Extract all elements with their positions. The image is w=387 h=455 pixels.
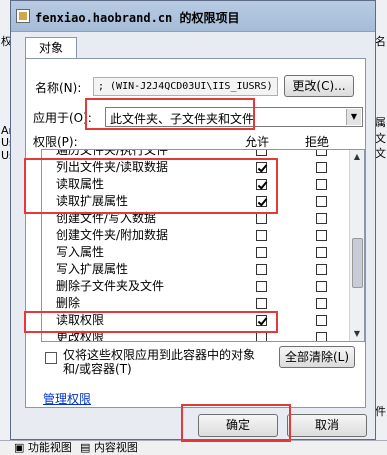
deny-checkbox[interactable]	[316, 150, 327, 156]
allow-header: 允许	[245, 135, 270, 149]
permissions-header: 权限(P):	[33, 135, 78, 149]
tab-object[interactable]: 对象	[25, 37, 77, 59]
principal-name-field: ; (WIN-J2J4QCD03UI\IIS_IUSRS)	[93, 77, 278, 96]
bg-label: 名	[375, 35, 386, 48]
highlight-read-permission	[24, 311, 278, 333]
permission-label: 写入属性	[56, 245, 105, 259]
permission-label: 删除	[56, 296, 81, 310]
deny-checkbox[interactable]	[316, 162, 327, 173]
permission-label: 创建文件夹/附加数据	[56, 228, 169, 242]
permission-label: 删除子文件夹及文件	[56, 279, 165, 293]
bg-label: 属	[375, 116, 386, 129]
apply-to-label: 应用于(O):	[33, 111, 92, 125]
permission-entry-dialog: fenxiao.haobrand.cn 的权限项目 对象 名称(N): ; (W…	[10, 0, 376, 440]
deny-checkbox[interactable]	[316, 230, 327, 241]
permission-label: 写入扩展属性	[56, 262, 129, 276]
permission-row: 删除子文件夹及文件	[42, 278, 350, 295]
clear-all-button[interactable]: 全部清除(L)	[279, 346, 355, 368]
allow-checkbox[interactable]	[256, 247, 267, 258]
bottom-tab-content-view[interactable]: ▤ 内容视图	[80, 441, 138, 454]
bg-label: 文	[375, 132, 386, 145]
scroll-down-icon[interactable]: ▼	[350, 327, 364, 341]
folder-security-icon	[16, 9, 30, 23]
highlight-read-permissions	[24, 158, 278, 214]
allow-checkbox[interactable]	[256, 264, 267, 275]
allow-checkbox[interactable]	[256, 230, 267, 241]
deny-checkbox[interactable]	[316, 332, 327, 341]
highlight-apply-to	[85, 98, 255, 130]
manage-permissions-link[interactable]: 管理权限	[43, 390, 91, 407]
dialog-titlebar[interactable]: fenxiao.haobrand.cn 的权限项目	[11, 1, 375, 32]
apply-only-label: 仅将这些权限应用到此容器中的对象 和/或容器(T)	[63, 348, 256, 376]
deny-checkbox[interactable]	[316, 264, 327, 275]
bg-label: 文	[375, 147, 386, 160]
allow-checkbox[interactable]	[256, 213, 267, 224]
bottom-tab-feature-view[interactable]: ▣ 功能视图	[14, 441, 72, 454]
deny-checkbox[interactable]	[316, 247, 327, 258]
change-button[interactable]: 更改(C)...	[284, 75, 354, 97]
deny-checkbox[interactable]	[316, 298, 327, 309]
dialog-title: fenxiao.haobrand.cn 的权限项目	[35, 11, 240, 25]
deny-checkbox[interactable]	[316, 315, 327, 326]
deny-checkbox[interactable]	[316, 179, 327, 190]
deny-header: 拒绝	[305, 135, 330, 149]
permission-row: 写入属性	[42, 244, 350, 261]
allow-checkbox[interactable]	[256, 332, 267, 341]
deny-checkbox[interactable]	[316, 281, 327, 292]
highlight-ok-button	[181, 404, 291, 442]
scroll-thumb[interactable]	[352, 238, 363, 288]
cancel-button[interactable]: 取消	[287, 414, 367, 437]
allow-checkbox[interactable]	[256, 150, 267, 156]
scroll-up-icon[interactable]: ▲	[350, 150, 364, 164]
deny-checkbox[interactable]	[316, 213, 327, 224]
permission-row: 删除	[42, 295, 350, 312]
name-label: 名称(N):	[35, 81, 82, 95]
allow-checkbox[interactable]	[256, 281, 267, 292]
permission-row: 写入扩展属性	[42, 261, 350, 278]
chevron-down-icon[interactable]: ▼	[346, 109, 361, 125]
bg-label: 件	[375, 405, 386, 418]
allow-checkbox[interactable]	[256, 298, 267, 309]
deny-checkbox[interactable]	[316, 196, 327, 207]
permissions-scrollbar[interactable]: ▲ ▼	[349, 150, 364, 341]
permission-row: 创建文件夹/附加数据	[42, 227, 350, 244]
apply-only-checkbox[interactable]	[45, 352, 57, 364]
